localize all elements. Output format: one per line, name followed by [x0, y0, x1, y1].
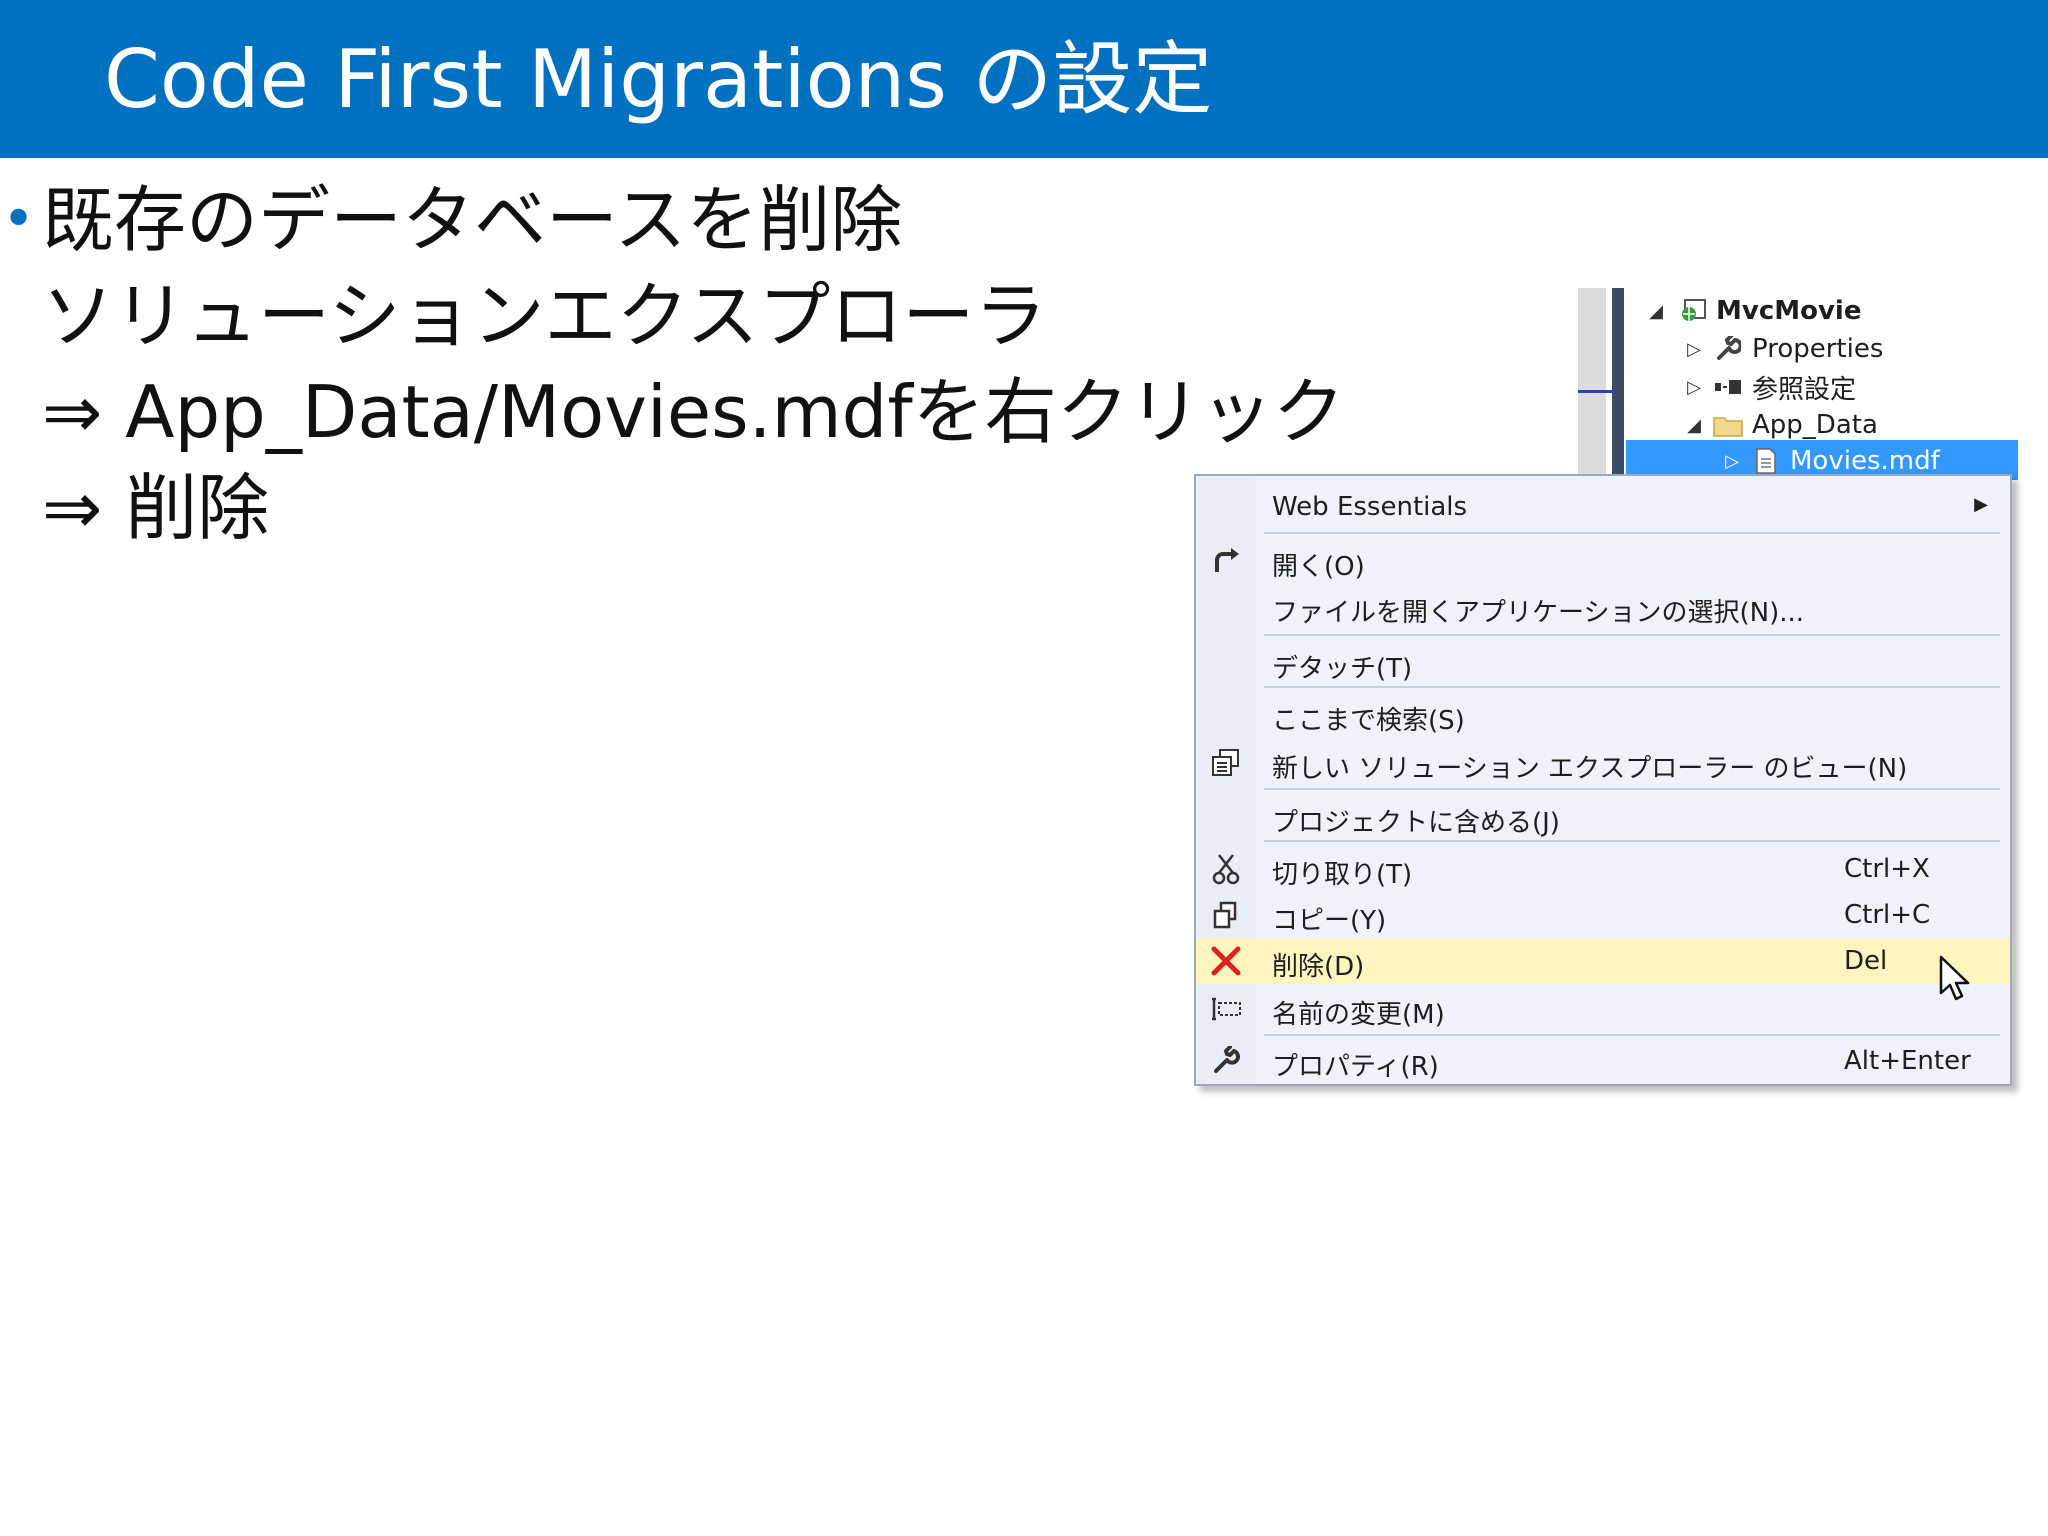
menu-separator	[1264, 532, 2000, 534]
menu-item-delete[interactable]: 削除(D) Del	[1196, 938, 2010, 984]
menu-separator	[1264, 840, 2000, 842]
menu-item-label: ここまで検索(S)	[1272, 706, 1465, 736]
open-arrow-icon	[1206, 542, 1246, 580]
submenu-arrow-icon: ▶	[1974, 494, 1988, 515]
line-text: ソリューションエクスプローラ	[42, 274, 1047, 358]
tree-item-label: MvcMovie	[1716, 296, 1862, 326]
expander-expanded-icon[interactable]: ◢	[1682, 415, 1706, 436]
menu-item-shortcut: Ctrl+C	[1844, 900, 1931, 930]
title-bar: Code First Migrations の設定	[0, 0, 2048, 158]
menu-item-open-with[interactable]: ファイルを開くアプリケーションの選択(N)...	[1196, 584, 2010, 630]
line-text: 既存のデータベースを削除	[42, 178, 903, 262]
wrench-icon	[1206, 1042, 1246, 1080]
copy-icon	[1206, 896, 1246, 934]
tree-item-label: Properties	[1752, 334, 1884, 364]
menu-item-label: プロパティ(R)	[1272, 1052, 1439, 1082]
menu-item-shortcut: Alt+Enter	[1844, 1046, 1971, 1076]
menu-item-include-in-project[interactable]: プロジェクトに含める(J)	[1196, 794, 2010, 840]
wrench-icon	[1710, 336, 1746, 362]
new-view-icon	[1206, 744, 1246, 782]
menu-item-web-essentials[interactable]: Web Essentials ▶	[1196, 484, 2010, 530]
folder-icon	[1710, 412, 1746, 438]
expander-collapsed-icon[interactable]: ▷	[1720, 451, 1744, 472]
bullet-dot: •	[2, 187, 36, 252]
references-icon	[1710, 377, 1746, 397]
tree-item-references[interactable]: ▷ 参照設定	[1682, 368, 1856, 406]
mouse-cursor-icon	[1938, 954, 1972, 1006]
body-line: ⇒ App_Data/Movies.mdfを右クリック	[0, 364, 1500, 460]
menu-item-properties[interactable]: プロパティ(R) Alt+Enter	[1196, 1038, 2010, 1084]
line-text: ⇒ App_Data/Movies.mdfを右クリック	[42, 370, 1345, 454]
menu-item-shortcut: Ctrl+X	[1844, 854, 1930, 884]
project-icon	[1676, 298, 1712, 324]
slide-title: Code First Migrations の設定	[104, 33, 1213, 126]
menu-item-label: 削除(D)	[1272, 952, 1365, 982]
panel-divider[interactable]	[1612, 288, 1624, 478]
menu-item-open[interactable]: 開く(O)	[1196, 538, 2010, 584]
menu-item-detach[interactable]: デタッチ(T)	[1196, 640, 2010, 686]
editor-gutter	[1578, 288, 1614, 478]
menu-item-label: プロジェクトに含める(J)	[1272, 808, 1560, 838]
menu-item-label: ファイルを開くアプリケーションの選択(N)...	[1272, 598, 1805, 628]
bullet-line: • 既存のデータベースを削除	[0, 172, 1500, 268]
tree-item-label: 参照設定	[1752, 374, 1857, 405]
menu-item-copy[interactable]: コピー(Y) Ctrl+C	[1196, 892, 2010, 938]
menu-item-new-view[interactable]: 新しい ソリューション エクスプローラー のビュー(N)	[1196, 740, 2010, 786]
menu-item-label: 名前の変更(M)	[1272, 1000, 1445, 1030]
menu-separator	[1264, 686, 2000, 688]
context-menu: Web Essentials ▶ 開く(O) ファイルを開くアプリケーションの選…	[1194, 474, 2012, 1086]
scissors-icon	[1206, 850, 1246, 888]
menu-item-scope-to-this[interactable]: ここまで検索(S)	[1196, 692, 2010, 738]
line-text: ⇒ 削除	[42, 466, 270, 550]
tree-item-app-data[interactable]: ◢ App_Data	[1682, 406, 1878, 444]
tree-item-mvcmovie[interactable]: ◢ MvcMovie	[1644, 292, 1861, 330]
expander-expanded-icon[interactable]: ◢	[1644, 301, 1668, 322]
delete-x-icon	[1206, 942, 1246, 980]
menu-separator	[1264, 1034, 2000, 1036]
menu-item-label: Web Essentials	[1272, 492, 1468, 522]
menu-item-label: コピー(Y)	[1272, 906, 1387, 936]
body-line: ソリューションエクスプローラ	[0, 268, 1500, 364]
menu-item-cut[interactable]: 切り取り(T) Ctrl+X	[1196, 846, 2010, 892]
rename-icon	[1206, 990, 1246, 1028]
menu-item-label: デタッチ(T)	[1272, 654, 1413, 684]
menu-item-rename[interactable]: 名前の変更(M)	[1196, 986, 2010, 1032]
expander-collapsed-icon[interactable]: ▷	[1682, 339, 1706, 360]
menu-separator	[1264, 634, 2000, 636]
menu-separator	[1264, 788, 2000, 790]
menu-item-label: 開く(O)	[1272, 552, 1365, 582]
tree-item-properties[interactable]: ▷ Properties	[1682, 330, 1883, 368]
gutter-marker	[1578, 390, 1614, 393]
menu-item-shortcut: Del	[1844, 946, 1888, 976]
tree-item-label: App_Data	[1752, 410, 1878, 440]
tree-item-label: Movies.mdf	[1790, 446, 1940, 476]
menu-item-label: 切り取り(T)	[1272, 860, 1413, 890]
file-icon	[1748, 447, 1784, 475]
expander-collapsed-icon[interactable]: ▷	[1682, 377, 1706, 398]
menu-item-label: 新しい ソリューション エクスプローラー のビュー(N)	[1272, 754, 1908, 784]
